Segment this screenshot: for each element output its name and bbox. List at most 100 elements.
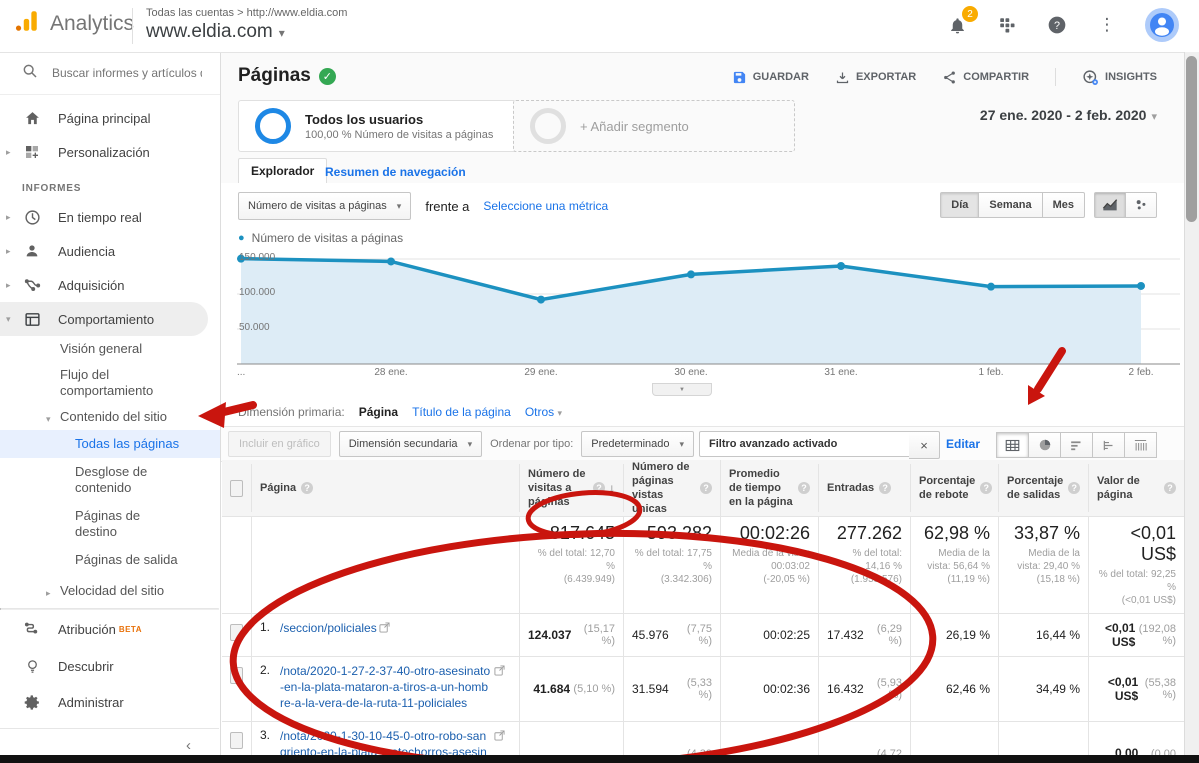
insights-button[interactable]: INSIGHTS xyxy=(1082,69,1157,86)
chevron-down-icon: ▾ xyxy=(468,439,473,450)
view-pivot-button[interactable] xyxy=(1125,432,1157,458)
external-link-icon[interactable] xyxy=(494,663,505,681)
avatar[interactable] xyxy=(1145,8,1179,42)
sidebar-item-descubrir[interactable]: Descubrir xyxy=(0,648,219,684)
sidebar-item-audiencia[interactable]: ▸ Audiencia xyxy=(0,234,220,268)
sidebar-item-home[interactable]: Página principal xyxy=(0,101,220,135)
vs-label: frente a xyxy=(425,199,469,214)
annotations-drawer-toggle[interactable]: ▼ xyxy=(652,383,712,396)
exportar-button[interactable]: EXPORTAR xyxy=(835,70,916,85)
granularity-dia-button[interactable]: Día xyxy=(940,192,979,218)
segment-ring-icon xyxy=(530,108,566,144)
divider xyxy=(132,8,133,44)
select-all-checkbox[interactable] xyxy=(230,480,243,497)
granularity-semana-button[interactable]: Semana xyxy=(979,192,1042,218)
help-icon[interactable]: ? xyxy=(798,482,810,494)
notifications-bell-icon[interactable]: 2 xyxy=(945,13,969,37)
compartir-button[interactable]: COMPARTIR xyxy=(942,70,1029,85)
segment-ring-icon xyxy=(255,108,291,144)
external-link-icon[interactable] xyxy=(494,728,505,746)
tab-bar: Explorador Resumen de navegación xyxy=(220,158,1185,184)
clock-icon xyxy=(22,209,42,226)
dimension-titulo-link[interactable]: Título de la página xyxy=(412,405,511,419)
sidebar-item-contenido-del-sitio[interactable]: ▾ Contenido del sitio xyxy=(0,404,180,430)
row-checkbox[interactable] xyxy=(230,624,243,641)
table-header-row: Página? Número de visitas a páginas?↓ Nú… xyxy=(222,460,1184,517)
apps-grid-icon[interactable] xyxy=(995,13,1019,37)
row-checkbox[interactable] xyxy=(230,667,243,684)
sidebar-item-desglose[interactable]: Desglose de contenido xyxy=(0,458,183,502)
incluir-en-grafico-button: Incluir en gráfico xyxy=(228,431,331,457)
line-chart-view-button[interactable] xyxy=(1094,192,1126,218)
vertical-scrollbar[interactable] xyxy=(1184,52,1199,763)
dimension-otros-link[interactable]: Otros ▾ xyxy=(525,405,562,419)
tab-resumen-navegacion[interactable]: Resumen de navegación xyxy=(325,165,466,179)
app-bar: Analytics Todas las cuentas > http://www… xyxy=(0,0,1199,53)
sidebar-item-paginas-salida[interactable]: Páginas de salida xyxy=(0,546,220,574)
remove-filter-button[interactable]: × xyxy=(909,431,940,459)
search-input[interactable] xyxy=(50,65,204,81)
dimension-secundaria-dropdown[interactable]: Dimensión secundaria▾ xyxy=(339,431,482,457)
sidebar-item-vision-general[interactable]: Visión general xyxy=(0,336,220,362)
line-chart-icon xyxy=(1102,198,1118,212)
view-comparison-button[interactable] xyxy=(1093,432,1125,458)
data-quality-check-icon[interactable]: ✓ xyxy=(319,68,336,85)
segment-all-users[interactable]: Todos los usuarios 100,00 % Número de vi… xyxy=(238,100,524,152)
sort-desc-icon[interactable]: ↓ xyxy=(609,481,615,495)
person-icon xyxy=(22,243,42,259)
table-view-switcher xyxy=(996,432,1157,458)
add-segment-button[interactable]: + Añadir segmento xyxy=(513,100,795,152)
sidebar-item-administrar[interactable]: Administrar xyxy=(0,684,219,720)
help-icon[interactable]: ? xyxy=(301,482,313,494)
chevron-down-icon: ▾ xyxy=(6,314,11,325)
ordenar-dropdown[interactable]: Predeterminado▾ xyxy=(581,431,694,457)
help-icon[interactable]: ? xyxy=(1164,482,1176,494)
sidebar-item-comportamiento[interactable]: ▾ Comportamiento xyxy=(0,302,208,336)
page-link[interactable]: /nota/2020-1-27-2-37-40-otro-asesinato-e… xyxy=(280,663,492,711)
more-menu-icon[interactable]: ⋮ xyxy=(1095,13,1119,37)
help-icon[interactable]: ? xyxy=(879,482,891,494)
view-table-button[interactable] xyxy=(996,432,1029,458)
analytics-app: Analytics Todas las cuentas > http://www… xyxy=(0,0,1199,763)
help-icon[interactable]: ? xyxy=(1068,482,1080,494)
table-icon xyxy=(1005,439,1020,452)
sidebar-item-adquisicion[interactable]: ▸ Adquisición xyxy=(0,268,220,302)
sidebar-item-flujo[interactable]: Flujo del comportamiento xyxy=(0,362,190,404)
chevron-down-icon: ▾ xyxy=(558,408,563,418)
traffic-chart-plot[interactable] xyxy=(237,250,1180,370)
metric-dropdown[interactable]: Número de visitas a páginas▾ xyxy=(238,192,411,220)
row-checkbox[interactable] xyxy=(230,732,243,749)
help-icon[interactable]: ? xyxy=(700,482,712,494)
advanced-filter-chip[interactable]: Filtro avanzado activado xyxy=(699,431,910,457)
account-selector[interactable]: www.eldia.com▾ xyxy=(146,21,285,43)
scrollbar-thumb[interactable] xyxy=(1186,56,1197,222)
sidebar-item-paginas-destino[interactable]: Páginas de destino xyxy=(0,502,183,546)
analytics-logo-icon[interactable] xyxy=(14,8,40,39)
main-content: Páginas ✓ GUARDAR EXPORTAR COMPARTIR INS… xyxy=(220,52,1185,763)
select-metric-link[interactable]: Seleccione una métrica xyxy=(483,199,608,213)
page-link[interactable]: /seccion/policiales xyxy=(280,620,377,636)
help-icon[interactable]: ? xyxy=(1045,13,1069,37)
external-link-icon[interactable] xyxy=(379,620,390,638)
tab-explorador[interactable]: Explorador xyxy=(238,158,327,184)
sidebar-item-personalizacion[interactable]: ▸ Personalización xyxy=(0,135,220,169)
sidebar-item-atribucion[interactable]: AtribuciónBETA xyxy=(0,610,219,648)
collapse-sidebar-icon[interactable]: ‹ xyxy=(186,737,191,754)
sidebar: Página principal ▸ Personalización INFOR… xyxy=(0,52,221,763)
chevron-right-icon: ▸ xyxy=(6,246,11,257)
help-icon[interactable]: ? xyxy=(593,482,605,494)
view-performance-button[interactable] xyxy=(1061,432,1093,458)
edit-filter-link[interactable]: Editar xyxy=(946,437,980,451)
view-percentage-button[interactable] xyxy=(1029,432,1061,458)
guardar-button[interactable]: GUARDAR xyxy=(732,70,809,85)
date-range-selector[interactable]: 27 ene. 2020 - 2 feb. 2020▾ xyxy=(980,107,1157,123)
dimension-pagina[interactable]: Página xyxy=(359,405,398,419)
chevron-right-icon: ▸ xyxy=(6,280,11,291)
table-toolbar: Incluir en gráfico Dimensión secundaria▾… xyxy=(220,426,1185,462)
scatter-view-button[interactable] xyxy=(1126,192,1157,218)
sidebar-item-tiempo-real[interactable]: ▸ En tiempo real xyxy=(0,200,220,234)
sidebar-item-todas-las-paginas[interactable]: Todas las páginas xyxy=(0,430,220,458)
help-icon[interactable]: ? xyxy=(980,482,992,494)
sidebar-item-velocidad[interactable]: ▸ Velocidad del sitio xyxy=(0,574,220,604)
granularity-mes-button[interactable]: Mes xyxy=(1043,192,1085,218)
